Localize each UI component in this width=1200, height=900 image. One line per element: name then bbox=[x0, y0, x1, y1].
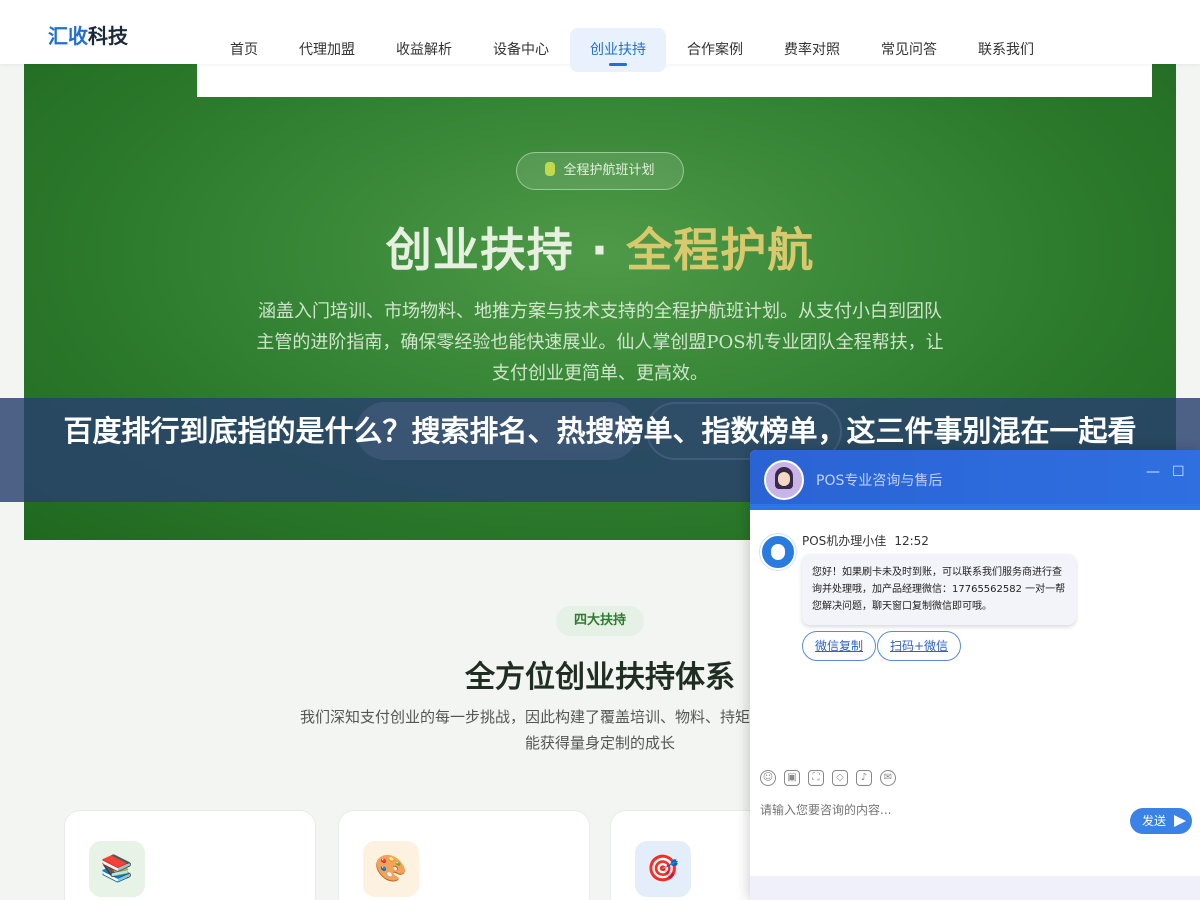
books-icon: 📚 bbox=[89, 841, 145, 897]
send-button[interactable]: 发送 bbox=[1130, 808, 1192, 834]
rating-icon[interactable]: ◇ bbox=[832, 770, 848, 786]
hero-title-main: 创业扶持 · bbox=[385, 223, 627, 277]
chat-toolbar: ☺ ▣ ⛶ ◇ ♪ ✉ bbox=[760, 770, 904, 790]
nav-devices[interactable]: 设备中心 bbox=[473, 28, 569, 72]
chat-footer bbox=[750, 876, 1200, 900]
wechat-icon[interactable]: ✉ bbox=[880, 770, 896, 786]
main-nav: 首页 代理加盟 收益解析 设备中心 创业扶持 合作案例 费率对照 常见问答 联系… bbox=[210, 28, 1055, 72]
support-card-training[interactable]: 📚 bbox=[64, 810, 316, 900]
nav-earnings[interactable]: 收益解析 bbox=[376, 28, 472, 72]
logo-part2: 科技 bbox=[88, 24, 128, 48]
hero-title: 创业扶持 · 全程护航 bbox=[24, 214, 1176, 280]
section-badge: 四大扶持 bbox=[556, 606, 644, 636]
support-card-materials[interactable]: 🎨 bbox=[338, 810, 590, 900]
emoji-icon[interactable]: ☺ bbox=[760, 770, 776, 786]
message-meta: POS机办理小佳 12:52 bbox=[802, 532, 929, 549]
screenshot-icon[interactable]: ⛶ bbox=[808, 770, 824, 786]
nav-faq[interactable]: 常见问答 bbox=[861, 28, 957, 72]
site-header: 汇收科技 首页 代理加盟 收益解析 设备中心 创业扶持 合作案例 费率对照 常见… bbox=[0, 0, 1200, 72]
nav-agent-join[interactable]: 代理加盟 bbox=[279, 28, 375, 72]
cactus-icon bbox=[545, 162, 556, 176]
copy-wechat-button[interactable]: 微信复制 bbox=[802, 631, 877, 661]
nav-home[interactable]: 首页 bbox=[210, 28, 278, 72]
chat-header: POS专业咨询与售后 — ☐ bbox=[750, 450, 1200, 510]
scan-wechat-button[interactable]: 扫码+微信 bbox=[877, 631, 962, 661]
sound-icon[interactable]: ♪ bbox=[856, 770, 872, 786]
service-avatar bbox=[764, 460, 804, 500]
send-arrow-icon bbox=[1174, 815, 1186, 827]
nav-cases[interactable]: 合作案例 bbox=[667, 28, 763, 72]
hero-title-accent: 全程护航 bbox=[626, 223, 815, 277]
palette-icon: 🎨 bbox=[363, 841, 419, 897]
image-icon[interactable]: ▣ bbox=[784, 770, 800, 786]
chat-input[interactable] bbox=[760, 800, 1120, 820]
hero-badge-label: 全程护航班计划 bbox=[563, 163, 655, 178]
nav-rates[interactable]: 费率对照 bbox=[764, 28, 860, 72]
message-bubble: 您好！如果刷卡未及时到账，可以联系我们服务商进行查询并处理哦，加产品经理微信：1… bbox=[802, 554, 1076, 625]
nav-startup-support[interactable]: 创业扶持 bbox=[570, 28, 666, 72]
agent-name: POS机办理小佳 bbox=[802, 534, 887, 548]
hero-description: 涵盖入门培训、市场物料、地推方案与技术支持的全程护航班计划。从支付小白到团队主管… bbox=[256, 301, 944, 384]
message-time: 12:52 bbox=[894, 534, 929, 548]
chat-title: POS专业咨询与售后 bbox=[816, 473, 943, 489]
logo-part1: 汇收 bbox=[48, 24, 88, 48]
target-icon: 🎯 bbox=[635, 841, 691, 897]
send-label: 发送 bbox=[1142, 814, 1167, 828]
hero-badge: 全程护航班计划 bbox=[516, 152, 684, 190]
site-logo[interactable]: 汇收科技 bbox=[48, 20, 128, 49]
nav-contact[interactable]: 联系我们 bbox=[958, 28, 1054, 72]
agent-avatar bbox=[760, 534, 796, 570]
chat-widget: POS专业咨询与售后 — ☐ POS机办理小佳 12:52 您好！如果刷卡未及时到… bbox=[750, 450, 1200, 900]
minimize-icon[interactable]: — bbox=[1146, 464, 1160, 480]
maximize-icon[interactable]: ☐ bbox=[1172, 464, 1185, 480]
